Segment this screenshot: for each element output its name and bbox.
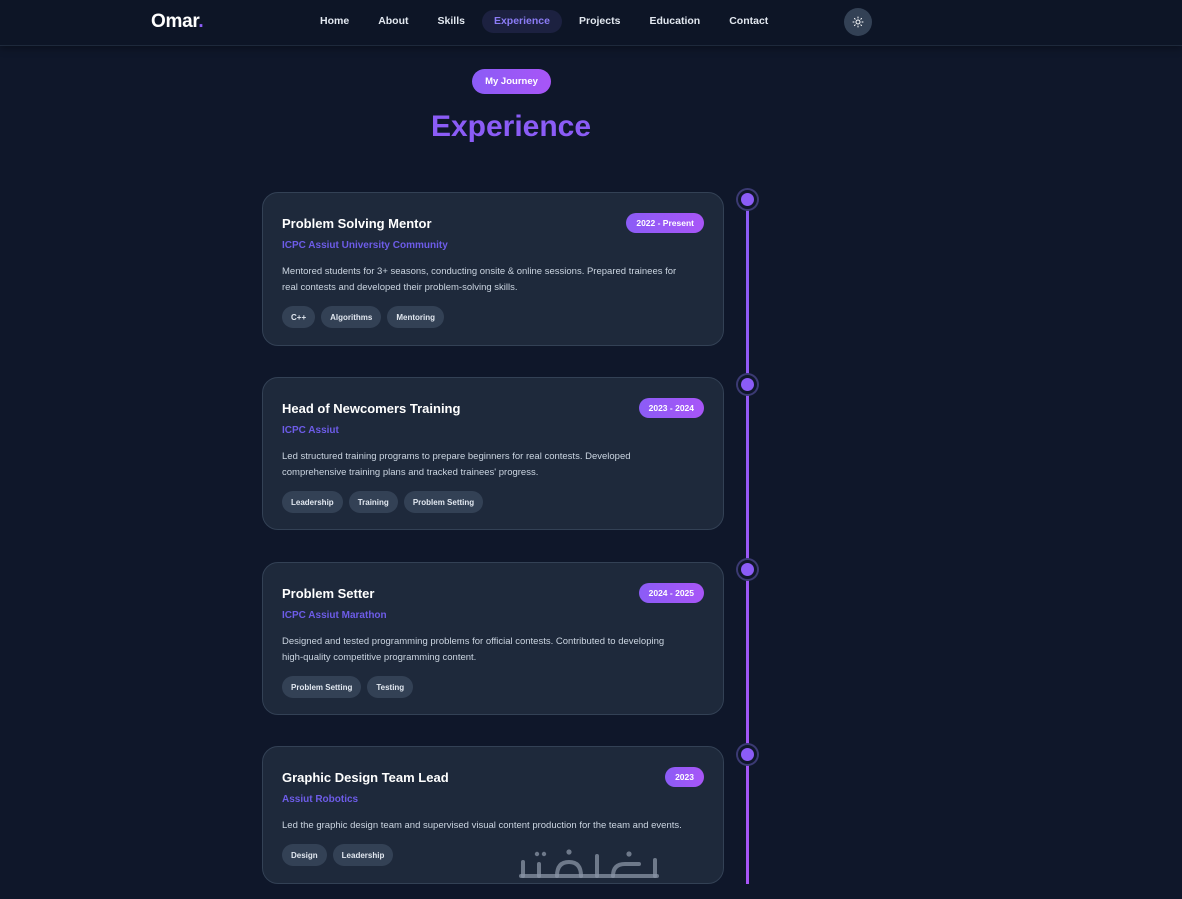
experience-organization: ICPC Assiut University Community (282, 240, 448, 251)
tag: Design (282, 844, 327, 866)
experience-card: Problem Setter 2024 - 2025 ICPC Assiut M… (262, 562, 724, 715)
tag: Mentoring (387, 306, 445, 328)
timeline-dot (738, 560, 757, 579)
tag: Leadership (332, 844, 394, 866)
timeline-line (746, 200, 749, 884)
date-badge: 2023 - 2024 (638, 398, 704, 418)
timeline-dot (738, 190, 757, 209)
watermark-logo (519, 849, 659, 878)
experience-description: Led structured training programs to prep… (282, 449, 704, 481)
experience-description: Mentored students for 3+ seasons, conduc… (282, 264, 704, 296)
experience-card: Problem Solving Mentor 2022 - Present IC… (262, 192, 724, 346)
tag: Problem Setting (403, 491, 484, 513)
date-badge: 2022 - Present (626, 213, 704, 233)
experience-organization: ICPC Assiut Marathon (282, 610, 387, 621)
experience-card: Head of Newcomers Training 2023 - 2024 I… (262, 377, 724, 530)
tag: Algorithms (321, 306, 382, 328)
nav-link-projects[interactable]: Projects (567, 10, 632, 33)
theme-toggle-button[interactable] (844, 8, 872, 36)
navbar: Omar. Home About Skills Experience Proje… (0, 0, 1182, 46)
timeline-dot (738, 375, 757, 394)
nav-link-about[interactable]: About (366, 10, 420, 33)
section-title: Experience (430, 110, 592, 143)
nav-link-contact[interactable]: Contact (717, 10, 780, 33)
description-line: Led the graphic design team and supervis… (282, 820, 682, 831)
description-line: Designed and tested programming problems… (282, 636, 665, 647)
description-line: high-quality competitive programming con… (282, 652, 477, 663)
description-line: Led structured training programs to prep… (282, 451, 631, 462)
tag: C++ (282, 306, 316, 328)
experience-organization: Assiut Robotics (282, 794, 359, 805)
description-line: real contests and developed their proble… (282, 282, 518, 293)
logo-dot: . (198, 11, 204, 32)
description-line: Mentored students for 3+ seasons, conduc… (282, 266, 677, 277)
nav-links: Home About Skills Experience Projects Ed… (308, 10, 785, 34)
sun-icon (852, 16, 864, 28)
tag-list: Leadership Training Problem Setting (282, 491, 704, 513)
logo-text: Omar (151, 11, 199, 32)
section-badge: My Journey (472, 69, 551, 94)
tag-list: C++ Algorithms Mentoring (282, 306, 704, 328)
experience-description: Led the graphic design team and supervis… (282, 818, 704, 834)
experience-title: Graphic Design Team Lead (282, 770, 449, 785)
tag-list: Problem Setting Testing (282, 676, 704, 698)
tag: Leadership (282, 491, 343, 513)
experience-description: Designed and tested programming problems… (282, 634, 704, 666)
timeline-dot (738, 745, 757, 764)
tag: Problem Setting (282, 676, 362, 698)
experience-organization: ICPC Assiut (282, 425, 339, 436)
date-badge: 2024 - 2025 (638, 583, 704, 603)
tag: Training (348, 491, 398, 513)
logo[interactable]: Omar. (151, 11, 204, 33)
nav-link-skills[interactable]: Skills (426, 10, 477, 33)
date-badge: 2023 (665, 767, 704, 787)
nav-link-home[interactable]: Home (308, 10, 361, 33)
tag: Testing (367, 676, 414, 698)
nav-link-experience[interactable]: Experience (481, 10, 562, 33)
description-line: comprehensive training plans and tracked… (282, 467, 539, 478)
nav-link-education[interactable]: Education (637, 10, 712, 33)
